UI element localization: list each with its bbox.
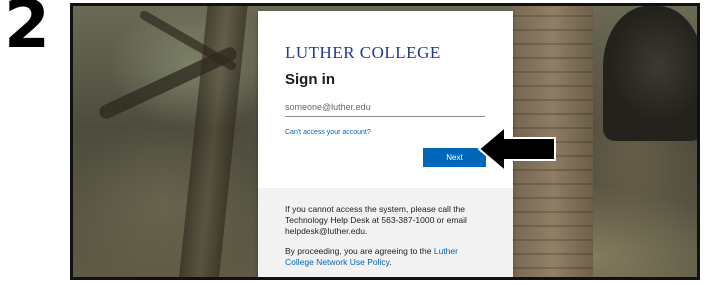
signin-title: Sign in [285, 71, 335, 88]
screenshot-frame: LUTHER COLLEGE Sign in Can't access your… [70, 3, 700, 280]
signin-form: LUTHER COLLEGE Sign in Can't access your… [258, 11, 513, 181]
arrow-pointer-icon [477, 124, 556, 174]
policy-prefix: By proceeding, you are agreeing to the [285, 246, 434, 256]
help-desk-text: If you cannot access the system, please … [285, 204, 467, 236]
instruction-step: 2 LUTHER COLLEGE Sign in Can't access yo… [0, 0, 707, 285]
signin-footer: If you cannot access the system, please … [258, 188, 513, 277]
signin-card: LUTHER COLLEGE Sign in Can't access your… [258, 11, 513, 277]
cant-access-link[interactable]: Can't access your account? [285, 129, 371, 136]
step-number: 2 [4, 0, 50, 63]
policy-suffix: . [389, 257, 392, 267]
background-bell [603, 6, 697, 141]
email-field[interactable] [285, 100, 485, 117]
policy-notice: By proceeding, you are agreeing to the L… [285, 246, 486, 268]
college-logo: LUTHER COLLEGE [285, 43, 441, 62]
